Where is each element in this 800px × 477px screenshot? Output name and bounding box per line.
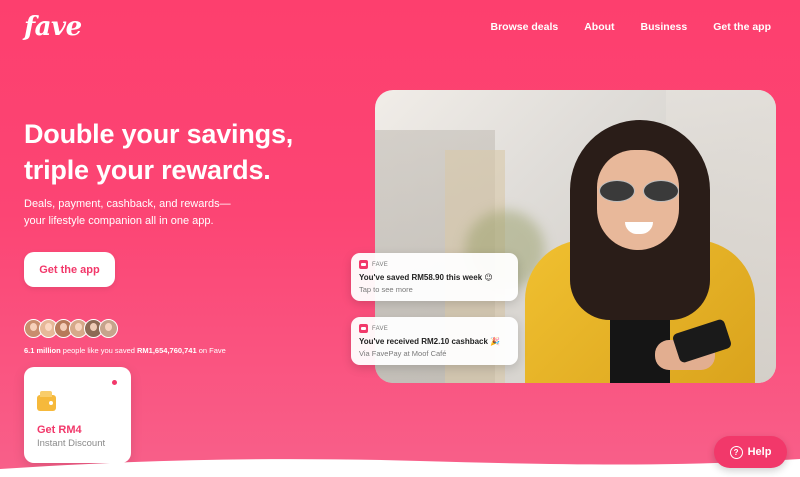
bottom-wave — [0, 459, 800, 477]
hero-title-line1: Double your savings, — [24, 119, 294, 149]
notification-subtitle: Via FavePay at Moof Café — [359, 349, 447, 358]
fave-app-icon — [359, 324, 368, 333]
get-the-app-button[interactable]: Get the app — [24, 252, 115, 287]
savings-stat: 6.1 million people like you saved RM1,65… — [24, 346, 226, 355]
discount-title: Get RM4 — [37, 424, 82, 436]
people-count: 6.1 million — [24, 346, 61, 355]
hero-title: Double your savings, triple your rewards… — [24, 116, 354, 188]
nav-about[interactable]: About — [584, 21, 614, 33]
user-avatars — [24, 319, 118, 338]
question-icon: ? — [729, 445, 743, 459]
notification-subtitle: Tap to see more — [359, 285, 413, 294]
hero-subtitle-line2: your lifestyle companion all in one app. — [24, 215, 214, 227]
nav-get-the-app[interactable]: Get the app — [713, 21, 771, 33]
fave-logo[interactable]: fave — [24, 12, 82, 42]
fave-app-icon — [359, 260, 368, 269]
hero-subtitle-line1: Deals, payment, cashback, and rewards— — [24, 198, 231, 210]
card-indicator-dot — [112, 380, 117, 385]
nav-browse-deals[interactable]: Browse deals — [491, 21, 559, 33]
notification-app: FAVE — [359, 260, 388, 269]
instant-discount-card[interactable]: Get RM4 Instant Discount — [24, 367, 131, 463]
nav-business[interactable]: Business — [641, 21, 688, 33]
avatar — [99, 319, 118, 338]
notification-app-name: FAVE — [372, 261, 389, 268]
notification-savings[interactable]: FAVE You've saved RM58.90 this week 😉 Ta… — [351, 253, 518, 301]
notification-app: FAVE — [359, 324, 388, 333]
savings-text: people like you saved — [62, 346, 135, 355]
hero-title-line2: triple your rewards. — [24, 155, 271, 185]
savings-text-end: on Fave — [198, 346, 226, 355]
savings-amount: RM1,654,760,741 — [137, 346, 197, 355]
wallet-icon — [37, 391, 56, 411]
help-label: Help — [747, 446, 772, 458]
hero-subtitle: Deals, payment, cashback, and rewards— y… — [24, 196, 284, 230]
notification-app-name: FAVE — [372, 325, 389, 332]
help-button[interactable]: ? Help — [714, 436, 787, 468]
notification-cashback[interactable]: FAVE You've received RM2.10 cashback 🎉 V… — [351, 317, 518, 365]
discount-subtitle: Instant Discount — [37, 438, 106, 449]
notification-title: You've received RM2.10 cashback 🎉 — [359, 337, 501, 346]
top-nav: Browse deals About Business Get the app — [491, 21, 771, 33]
notification-title: You've saved RM58.90 this week 😉 — [359, 273, 493, 282]
